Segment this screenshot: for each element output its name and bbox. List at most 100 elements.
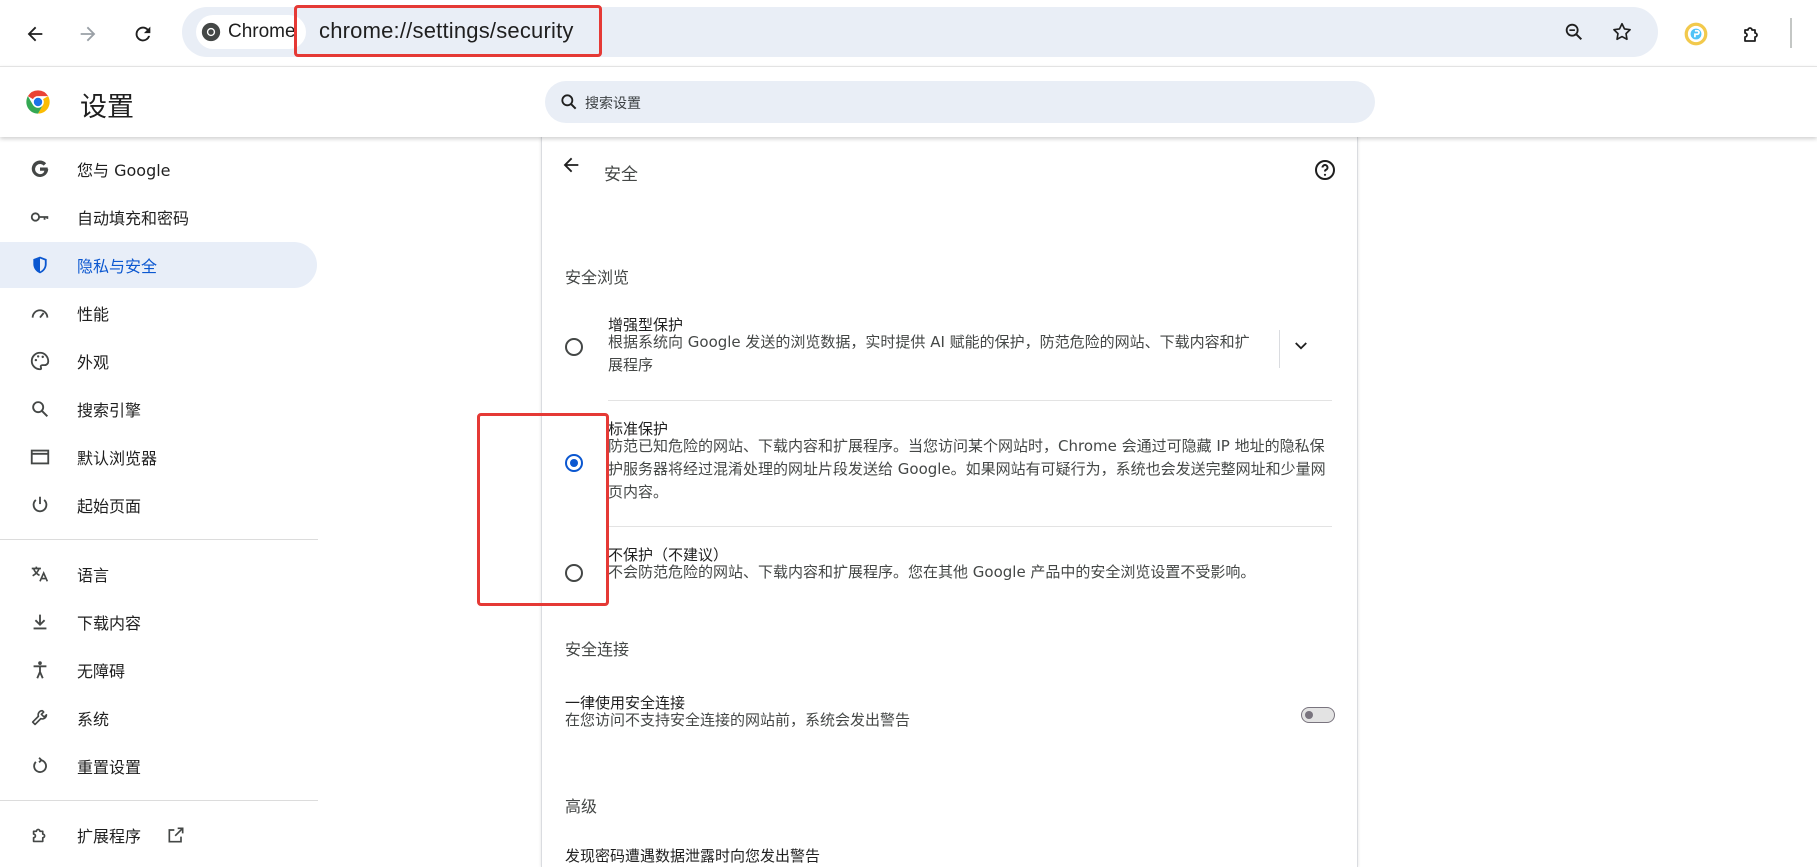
- sidebar-item-label: 语言: [77, 566, 110, 585]
- google-g-icon: [28, 157, 52, 181]
- option-separator: [608, 526, 1332, 527]
- sidebar-item-default-browser[interactable]: 默认浏览器: [0, 434, 317, 480]
- sidebar-item-label: 重置设置: [77, 758, 142, 777]
- sidebar-item-performance[interactable]: 性能: [0, 290, 317, 336]
- url-text: chrome://settings/security: [319, 18, 574, 43]
- sidebar-item-you-and-google[interactable]: 您与 Google: [0, 146, 317, 192]
- sidebar-item-label: 扩展程序: [77, 827, 142, 846]
- option-description: 不会防范危险的网站、下载内容和扩展程序。您在其他 Google 产品中的安全浏览…: [608, 563, 1256, 581]
- star-icon: [1613, 22, 1631, 41]
- extension-pinned-button[interactable]: [1676, 14, 1716, 54]
- extensions-menu-button[interactable]: [1732, 14, 1772, 54]
- secure-connections-heading: 安全连接: [565, 640, 630, 659]
- sidebar-item-label: 系统: [77, 710, 110, 729]
- sidebar-item-accessibility[interactable]: 无障碍: [0, 647, 317, 693]
- chrome-logo-icon: [201, 22, 221, 42]
- download-icon: [28, 610, 52, 634]
- speedometer-icon: [28, 301, 52, 325]
- extension-logo-icon: [1684, 22, 1708, 46]
- leak-warning-title: 发现密码遭遇数据泄露时向您发出警告: [565, 847, 821, 865]
- sidebar-item-label: 下载内容: [77, 614, 142, 633]
- sidebar-item-appearance[interactable]: 外观: [0, 338, 317, 384]
- power-icon: [28, 493, 52, 517]
- sidebar-item-search-engine[interactable]: 搜索引擎: [0, 386, 317, 432]
- reload-button[interactable]: [123, 14, 163, 54]
- address-bar[interactable]: Chrome chrome://settings/security: [182, 5, 1658, 57]
- arrow-right-icon: [80, 26, 96, 42]
- sidebar-item-label: 隐私与安全: [77, 257, 158, 276]
- zoom-icon: [1565, 23, 1583, 41]
- site-info-chip[interactable]: Chrome: [196, 15, 306, 49]
- search-icon: [561, 94, 577, 110]
- browser-window-icon: [28, 445, 52, 469]
- help-icon: [1315, 160, 1335, 180]
- reload-icon: [135, 26, 151, 42]
- help-button[interactable]: [1313, 158, 1337, 186]
- chevron-down-icon: [1295, 342, 1307, 350]
- page-title: 设置: [80, 92, 134, 123]
- arrow-left-icon: [27, 26, 43, 42]
- option-description: 根据系统向 Google 发送的浏览数据，实时提供 AI 赋能的保护，防范危险的…: [608, 333, 1250, 374]
- expand-button[interactable]: [1279, 324, 1323, 368]
- sidebar-divider: [0, 539, 318, 540]
- security-settings-card: 安全 安全浏览 增强型保护 根据系统向 Google 发送的浏览数据，实时提供 …: [541, 136, 1358, 867]
- settings-search-input[interactable]: 搜索设置: [545, 81, 1375, 123]
- sidebar-item-languages[interactable]: 语言: [0, 551, 317, 597]
- search-icon: [28, 397, 52, 421]
- shield-icon: [28, 253, 52, 277]
- advanced-heading: 高级: [565, 797, 598, 816]
- bookmark-button[interactable]: [1602, 12, 1642, 52]
- back-button[interactable]: [560, 154, 582, 180]
- sidebar-divider: [0, 800, 318, 801]
- sidebar-item-label: 自动填充和密码: [77, 209, 190, 228]
- site-chip-label: Chrome: [228, 21, 296, 42]
- open-in-new-icon: [166, 825, 186, 849]
- url-field[interactable]: chrome://settings/security: [294, 5, 602, 57]
- option-description: 防范已知危险的网站、下载内容和扩展程序。当您访问某个网站时，Chrome 会通过…: [608, 437, 1326, 501]
- sidebar-item-system[interactable]: 系统: [0, 695, 317, 741]
- safe-browsing-heading: 安全浏览: [565, 268, 630, 287]
- sidebar-item-label: 搜索引擎: [77, 401, 142, 420]
- subpage-title: 安全: [604, 165, 638, 185]
- sidebar-item-reset[interactable]: 重置设置: [0, 743, 317, 789]
- https-description: 在您访问不支持安全连接的网站前，系统会发出警告: [565, 711, 911, 729]
- sidebar-item-autofill[interactable]: 自动填充和密码: [0, 194, 317, 240]
- translate-icon: [28, 562, 52, 586]
- sidebar-item-label: 起始页面: [77, 497, 142, 516]
- highlight-box: [477, 413, 609, 606]
- sidebar-item-label: 您与 Google: [77, 161, 171, 180]
- sidebar-item-extensions[interactable]: 扩展程序: [0, 812, 317, 858]
- sidebar-item-label: 性能: [77, 305, 110, 324]
- extension-icon: [28, 823, 52, 847]
- sidebar-item-label: 外观: [77, 353, 110, 372]
- enhanced-protection-option[interactable]: 增强型保护 根据系统向 Google 发送的浏览数据，实时提供 AI 赋能的保护…: [542, 314, 1332, 386]
- sidebar: 您与 Google 自动填充和密码 隐私与安全 性能 外观 搜索引擎 默认浏览器…: [0, 136, 318, 867]
- no-protection-option[interactable]: 不保护（不建议） 不会防范危险的网站、下载内容和扩展程序。您在其他 Google…: [542, 544, 1332, 590]
- puzzle-icon: [1744, 27, 1758, 42]
- enhanced-protection-radio[interactable]: [565, 338, 583, 356]
- forward-button[interactable]: [68, 14, 108, 54]
- browser-toolbar: Chrome chrome://settings/security: [0, 0, 1817, 66]
- https-first-row[interactable]: 一律使用安全连接 在您访问不支持安全连接的网站前，系统会发出警告: [542, 692, 1335, 738]
- toolbar-divider: [1790, 18, 1792, 48]
- key-icon: [28, 205, 52, 229]
- reset-icon: [28, 754, 52, 778]
- sidebar-item-downloads[interactable]: 下载内容: [0, 599, 317, 645]
- arrow-left-icon: [563, 157, 579, 173]
- chrome-logo-icon: [26, 90, 50, 114]
- standard-protection-option[interactable]: 标准保护 防范已知危险的网站、下载内容和扩展程序。当您访问某个网站时，Chrom…: [542, 418, 1332, 510]
- search-placeholder: 搜索设置: [585, 96, 641, 112]
- palette-icon: [28, 349, 52, 373]
- sidebar-item-privacy-security[interactable]: 隐私与安全: [0, 242, 317, 288]
- https-toggle[interactable]: [1301, 707, 1335, 723]
- back-button[interactable]: [15, 14, 55, 54]
- sidebar-item-on-startup[interactable]: 起始页面: [0, 482, 317, 528]
- settings-header: 设置 搜索设置: [0, 66, 1817, 137]
- sidebar-item-label: 默认浏览器: [77, 449, 158, 468]
- accessibility-icon: [28, 658, 52, 682]
- wrench-icon: [28, 706, 52, 730]
- zoom-button[interactable]: [1554, 12, 1594, 52]
- option-separator: [608, 400, 1332, 401]
- toggle-knob: [1305, 711, 1313, 719]
- sidebar-item-label: 无障碍: [77, 662, 126, 681]
